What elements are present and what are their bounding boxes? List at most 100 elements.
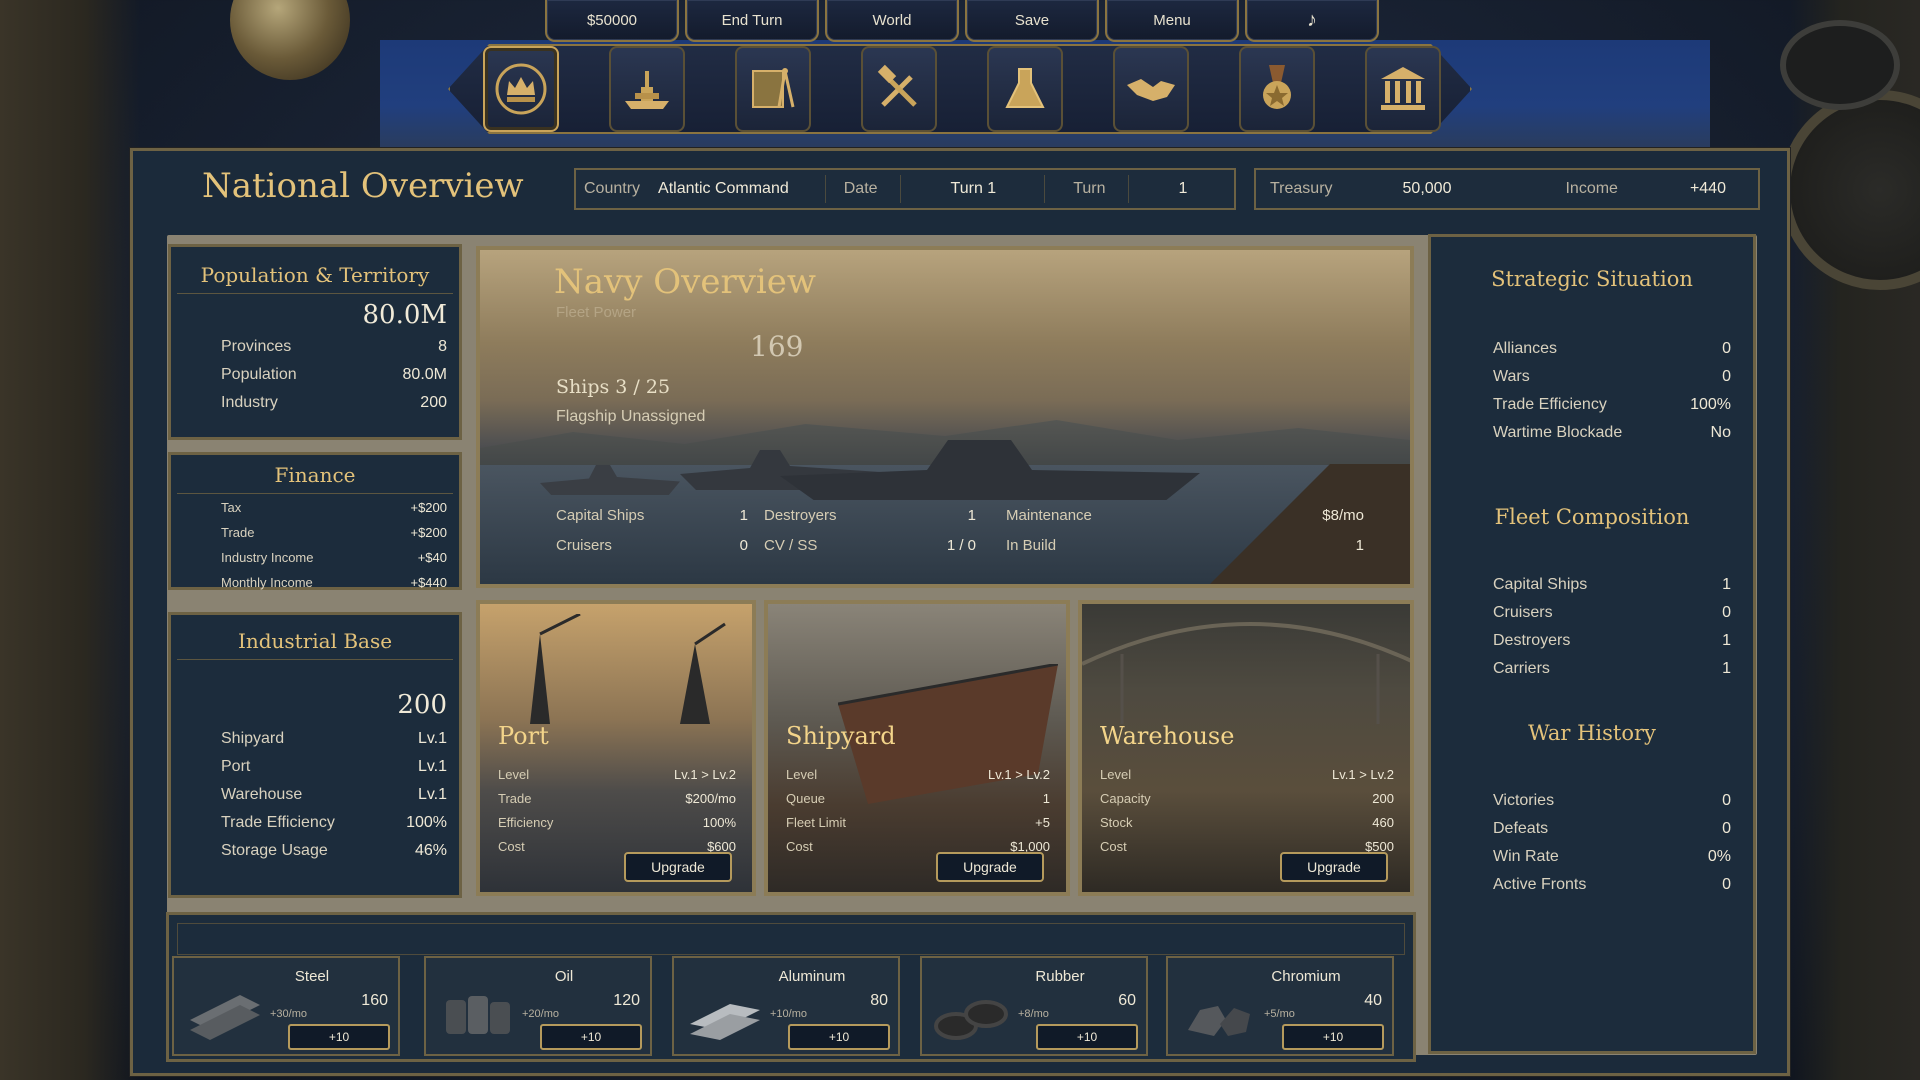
divider: [177, 493, 453, 494]
stat-value: 80.0M: [402, 366, 447, 383]
nav-government[interactable]: [1365, 46, 1441, 132]
port-card[interactable]: Port Level Lv.1 > Lv.2 Trade $200/mo Effic…: [476, 600, 756, 896]
stat-label: Cost: [786, 838, 813, 854]
buy-chromium-button[interactable]: +10: [1282, 1024, 1384, 1050]
buy-oil-button[interactable]: +10: [540, 1024, 642, 1050]
stat-label: Maintenance: [1006, 506, 1092, 524]
stat-value: 100%: [1690, 396, 1731, 413]
stat-value: 200: [420, 394, 447, 411]
stat-label: Victories: [1493, 792, 1555, 809]
resource-card-chromium: Chromium 40 +5/mo +10: [1166, 956, 1394, 1056]
save-button[interactable]: Save: [965, 0, 1099, 42]
resource-amount: 60: [1118, 992, 1136, 1009]
handshake-icon: [1127, 79, 1175, 101]
stat-row: Population 80.0M: [221, 366, 447, 394]
resource-rate: +10/mo: [770, 1008, 807, 1020]
stat-value: 0: [1722, 604, 1731, 621]
nav-military[interactable]: [1239, 46, 1315, 132]
menu-button[interactable]: Menu: [1105, 0, 1239, 42]
stat-row: Trade Efficiency 100%: [1493, 391, 1731, 419]
upgrade-port-button[interactable]: Upgrade: [624, 852, 732, 882]
stat-value: $200/mo: [685, 790, 736, 806]
divider: [1127, 175, 1129, 203]
date-label: Date: [843, 180, 878, 197]
stat-row: Industry Income +$40: [221, 550, 447, 575]
stat-row: Defeats 0: [1493, 815, 1731, 843]
stat-label: Queue: [786, 790, 826, 806]
stat-label: Trade: [221, 525, 255, 540]
resource-rate: +30/mo: [270, 1008, 307, 1020]
country-value: Atlantic Command: [658, 180, 789, 197]
nav-research[interactable]: [987, 46, 1063, 132]
stat-value: +$440: [410, 575, 447, 590]
stat-row: Destroyers 1: [1493, 627, 1731, 655]
music-toggle-button[interactable]: ♪: [1245, 0, 1379, 42]
divider: [177, 659, 453, 660]
stat-row: Cruisers 0: [1493, 599, 1731, 627]
stat-label: Efficiency: [498, 814, 554, 830]
stat-label: Carriers: [1493, 660, 1550, 677]
divider: [824, 175, 826, 203]
upgrade-warehouse-button[interactable]: Upgrade: [1280, 852, 1388, 882]
navy-overview-card[interactable]: Navy Overview Fleet Power 169 Ships 3 / …: [476, 246, 1414, 588]
nav-diplomacy[interactable]: [1113, 46, 1189, 132]
stat-value: 0: [739, 536, 748, 554]
end-turn-button[interactable]: End Turn: [685, 0, 819, 42]
stat-label: Wartime Blockade: [1493, 424, 1623, 441]
stat-label: Trade Efficiency: [221, 814, 335, 831]
stat-value: 0: [1722, 340, 1731, 357]
stat-value: Lv.1: [417, 758, 447, 775]
treasury-button[interactable]: $50000: [545, 0, 679, 42]
oil-barrels-icon: [446, 996, 510, 1034]
stat-value: 0: [1722, 820, 1731, 837]
navy-title: Navy Overview: [554, 262, 817, 302]
buy-aluminum-button[interactable]: +10: [788, 1024, 890, 1050]
stat-value: 0: [1722, 368, 1731, 385]
stat-label: Capital Ships: [556, 506, 645, 524]
nav-production[interactable]: [861, 46, 937, 132]
stat-value: Lv.1 > Lv.2: [1331, 766, 1394, 782]
stat-row: Industry 200: [221, 394, 447, 422]
fleet-power-value: 169: [750, 330, 804, 363]
income-value: +440: [1689, 180, 1726, 197]
stat-row: Port Lv.1: [221, 758, 447, 786]
resource-name: Chromium: [1271, 968, 1341, 985]
fleet-composition-list: Capital Ships 1 Cruisers 0 Destroyers 1 Car…: [1493, 571, 1731, 683]
country-label: Country: [584, 180, 641, 197]
stat-row: Active Fronts 0: [1493, 871, 1731, 899]
hammer-wrench-icon: [877, 64, 917, 107]
resource-rate: +8/mo: [1018, 1008, 1049, 1020]
panel-title: Population & Territory: [200, 263, 430, 287]
stat-label: Trade: [498, 790, 532, 806]
world-button[interactable]: World: [825, 0, 959, 42]
section-title: Fleet Composition: [1494, 505, 1690, 529]
warehouse-card[interactable]: Warehouse Level Lv.1 > Lv.2 Capacity 200 S…: [1078, 600, 1414, 896]
upgrade-shipyard-button[interactable]: Upgrade: [936, 852, 1044, 882]
resource-bar-header: [177, 923, 1405, 955]
buy-rubber-button[interactable]: +10: [1036, 1024, 1138, 1050]
nav-navy[interactable]: [609, 46, 685, 132]
flagship-status: Flagship Unassigned: [556, 408, 706, 425]
stat-row: Level Lv.1 > Lv.2: [786, 762, 1050, 786]
income-label: Income: [1565, 180, 1618, 197]
nav-map[interactable]: [735, 46, 811, 132]
panel-title: Finance: [274, 463, 356, 487]
stat-value: 1: [967, 506, 976, 524]
rubber-tires-icon: [934, 1000, 1008, 1040]
battleship-icon: [625, 71, 669, 109]
divider: [177, 293, 453, 294]
nav-overview[interactable]: [483, 46, 559, 132]
buy-steel-button[interactable]: +10: [288, 1024, 390, 1050]
stat-label: Storage Usage: [221, 842, 328, 859]
stat-row: Win Rate 0%: [1493, 843, 1731, 871]
stat-value: No: [1710, 424, 1731, 441]
stat-label: Level: [786, 766, 818, 782]
stat-row: Wartime Blockade No: [1493, 419, 1731, 447]
stat-label: Capacity: [1100, 790, 1151, 806]
shipyard-card[interactable]: Shipyard Level Lv.1 > Lv.2 Queue 1 Fleet L…: [764, 600, 1070, 896]
navy-stats: Capital Ships 1 Destroyers 1 Maintenance…: [556, 500, 1376, 560]
nation-info-bar: Country Atlantic Command Date Turn 1 Tur…: [574, 168, 1236, 210]
crown-icon: [495, 63, 547, 115]
stat-label: Fleet Limit: [786, 814, 846, 830]
stat-label: Warehouse: [221, 786, 303, 803]
